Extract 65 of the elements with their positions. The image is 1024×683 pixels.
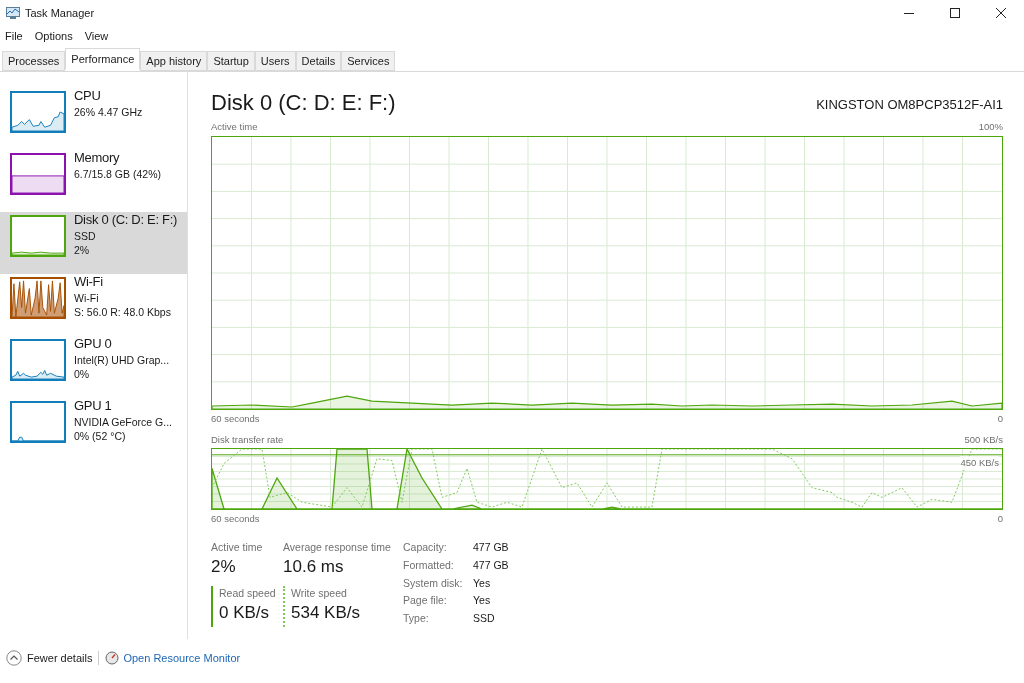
sidebar-item[interactable]: Disk 0 (C: D: E: F:) SSD 2% [0, 212, 187, 274]
close-icon [996, 8, 1006, 18]
device-detail: 26% 4.47 GHz [74, 105, 143, 119]
device-name: Disk 0 (C: D: E: F:) [74, 211, 178, 229]
tab[interactable]: Services [341, 51, 396, 71]
chart-span: 60 seconds [211, 511, 260, 526]
chart-min: 0 [997, 511, 1003, 526]
tab[interactable]: Startup [207, 51, 255, 71]
property-label: Page file: [403, 593, 448, 609]
tab[interactable]: Details [295, 51, 342, 71]
disk-model: KINGSTON OM8PCP3512F-AI1 [816, 95, 1003, 114]
stat-value: 10.6 ms [283, 555, 345, 578]
stat-label: Active time [211, 540, 264, 555]
disk-title: Disk 0 (C: D: E: F:) [211, 90, 396, 116]
property-value: 477 GB [473, 557, 509, 573]
device-detail: Intel(R) UHD Grap... [74, 353, 170, 367]
property-label: System disk: [403, 575, 464, 591]
property-value: Yes [473, 575, 492, 591]
stat-value: 0 KB/s [219, 602, 271, 625]
property-label: Type: [403, 611, 430, 626]
menu-item[interactable]: View [84, 27, 109, 45]
menu-item[interactable]: File [5, 27, 23, 45]
property-label: Formatted: [403, 557, 455, 573]
device-detail: 0% (52 °C) [74, 429, 127, 443]
chart-label: Disk transfer rate [211, 432, 284, 447]
tab[interactable]: App history [140, 51, 208, 71]
window-title: Task Manager [25, 5, 95, 21]
fewer-details-button[interactable]: Fewer details [6, 649, 93, 667]
menu-item[interactable]: Options [34, 27, 73, 45]
device-detail: NVIDIA GeForce G... [74, 415, 173, 429]
minimize-icon [904, 12, 914, 14]
chart-span: 60 seconds [211, 412, 260, 427]
device-detail: 0% [74, 367, 91, 381]
device-detail: 6.7/15.8 GB (42%) [74, 167, 161, 181]
property-value: SSD [473, 611, 496, 626]
collapse-icon [6, 650, 22, 666]
property-label: Capacity: [403, 540, 448, 555]
chart-marker: 450 KB/s [960, 455, 999, 470]
stat-label: Read speed [219, 586, 277, 602]
property-value: 477 GB [473, 540, 509, 555]
stat-value: 2% [211, 555, 237, 578]
device-detail: Wi-Fi [74, 291, 100, 305]
chart-max: 500 KB/s [964, 432, 1003, 447]
stat-label: Average response time [283, 540, 392, 555]
device-name: GPU 1 [74, 397, 113, 415]
gauge-icon [105, 651, 120, 665]
chart-min: 0 [997, 412, 1003, 427]
device-detail: 2% [74, 243, 91, 257]
tab[interactable]: Processes [2, 51, 66, 71]
device-name: CPU [74, 87, 102, 105]
stat-label: Write speed [291, 586, 348, 602]
resource-monitor-link[interactable]: Open Resource Monitor [105, 649, 241, 667]
device-name: GPU 0 [74, 335, 113, 353]
stat-value: 534 KB/s [291, 602, 361, 625]
chart-label: Active time [211, 120, 258, 134]
tab[interactable]: Performance [65, 48, 141, 70]
maximize-icon [950, 8, 960, 18]
tab[interactable]: Users [254, 51, 296, 71]
property-value: Yes [473, 593, 492, 609]
device-detail: SSD [74, 229, 97, 243]
device-name: Wi-Fi [74, 273, 104, 291]
device-name: Memory [74, 149, 121, 167]
chart-max: 100% [978, 120, 1003, 134]
app-icon [6, 7, 20, 19]
device-detail: S: 56.0 R: 48.0 Kbps [74, 305, 171, 319]
